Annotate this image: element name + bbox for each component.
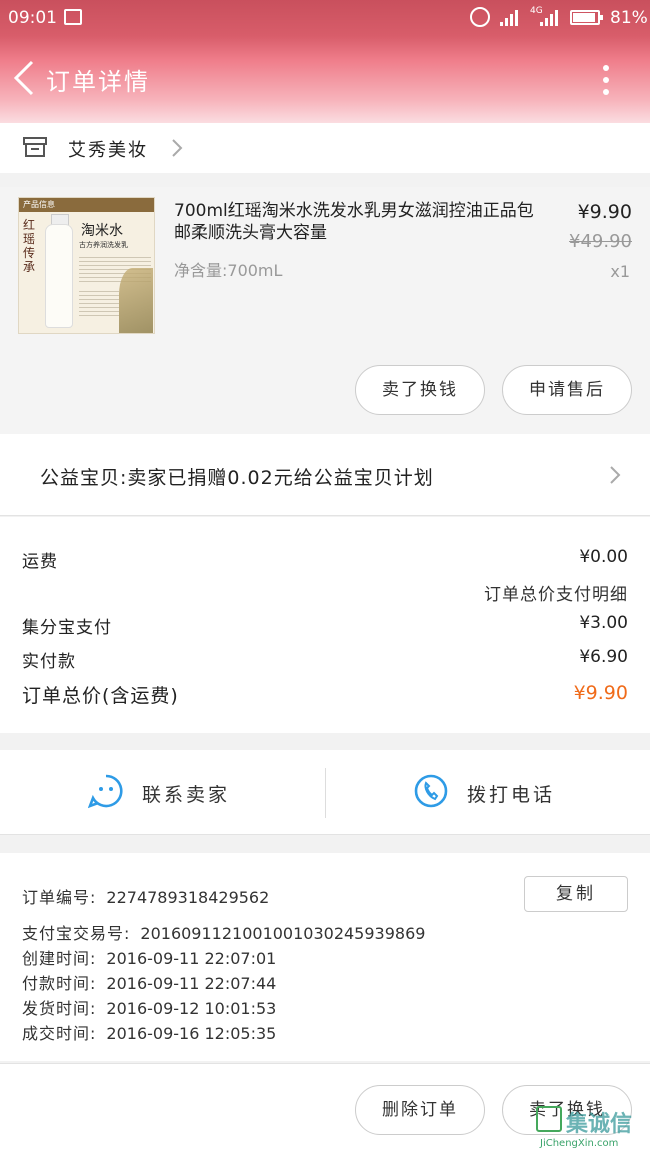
- bottle-shape: [45, 224, 73, 328]
- points-value: ¥3.00: [579, 613, 628, 633]
- points-label: 集分宝支付: [22, 618, 112, 638]
- paid-value: ¥6.90: [579, 647, 628, 667]
- shipped-label: 发货时间:: [22, 999, 97, 1018]
- order-number-row: 订单编号: 2274789318429562: [22, 884, 269, 908]
- rice-grass-graphic: [119, 268, 153, 333]
- paid-time-label: 付款时间:: [22, 974, 97, 993]
- signal-icon: [500, 10, 522, 26]
- more-menu-icon[interactable]: [596, 60, 616, 100]
- watermark-brand: 集诚信: [566, 1112, 633, 1137]
- call-phone-label: 拨打电话: [467, 784, 556, 806]
- shipped-row: 发货时间: 2016-09-12 10:01:53: [22, 995, 276, 1019]
- image-brand-text: 淘米水: [81, 223, 123, 239]
- top-bar: 09:01 4G 81% 订单详情: [0, 0, 650, 123]
- product-image[interactable]: 产品信息 红瑶传承 淘米水 古方养润洗发乳: [18, 197, 155, 334]
- total-label: 订单总价(含运费): [22, 685, 179, 707]
- shipped-time: 2016-09-12 10:01:53: [106, 999, 277, 1018]
- completed-time: 2016-09-16 12:05:35: [106, 1024, 277, 1043]
- paid-label: 实付款: [22, 652, 76, 672]
- alipay-label: 支付宝交易号:: [22, 924, 131, 943]
- watermark: 集诚信 JiChengXin.com: [532, 1102, 650, 1155]
- shop-name: 艾秀美妆: [68, 140, 148, 161]
- battery-icon: [570, 10, 603, 25]
- photo-notification-icon: [64, 9, 82, 25]
- created-label: 创建时间:: [22, 949, 97, 968]
- delete-order-button[interactable]: 删除订单: [355, 1085, 485, 1135]
- store-icon: [23, 137, 47, 157]
- payment-detail-link[interactable]: 订单总价支付明细: [484, 580, 628, 605]
- battery-percent: 81%: [610, 8, 648, 28]
- created-time: 2016-09-11 22:07:01: [106, 949, 277, 968]
- product-price: ¥9.90: [577, 201, 632, 223]
- order-info: 订单编号: 2274789318429562 复制 支付宝交易号: 20160911…: [0, 853, 650, 1061]
- product-title[interactable]: 700ml红瑶淘米水洗发水乳男女滋润控油正品包邮柔顺洗头膏大容量: [174, 200, 546, 244]
- completed-label: 成交时间:: [22, 1024, 97, 1043]
- shipping-value: ¥0.00: [579, 547, 628, 567]
- completed-row: 成交时间: 2016-09-16 12:05:35: [22, 1020, 276, 1044]
- after-sale-button[interactable]: 申请售后: [502, 365, 632, 415]
- alipay-number: 2016091121001001030245939869: [140, 924, 426, 943]
- order-number-label: 订单编号:: [22, 888, 97, 907]
- total-value: ¥9.90: [573, 682, 628, 704]
- chevron-right-icon: [172, 139, 183, 157]
- alipay-row: 支付宝交易号: 2016091121001001030245939869: [22, 920, 425, 944]
- image-band-text: 产品信息: [23, 200, 55, 209]
- shipping-label: 运费: [22, 552, 58, 572]
- contact-seller-button[interactable]: 联系卖家: [0, 750, 325, 835]
- alarm-icon: [470, 7, 490, 27]
- copy-button[interactable]: 复制: [524, 876, 628, 912]
- watermark-url: JiChengXin.com: [540, 1138, 619, 1149]
- signal-4g-icon: [540, 10, 562, 26]
- product-spec: 净含量:700mL: [174, 261, 283, 280]
- page-title: 订单详情: [46, 68, 150, 96]
- product-quantity: x1: [610, 262, 630, 281]
- created-row: 创建时间: 2016-09-11 22:07:01: [22, 945, 276, 969]
- resell-button[interactable]: 卖了换钱: [355, 365, 485, 415]
- chevron-right-icon: [610, 466, 621, 484]
- back-arrow-icon[interactable]: [10, 58, 40, 98]
- order-number: 2274789318429562: [106, 888, 270, 907]
- status-bar: 09:01 4G 81%: [0, 0, 650, 36]
- paid-time: 2016-09-11 22:07:44: [106, 974, 277, 993]
- product-original-price: ¥49.90: [569, 231, 632, 252]
- charity-text: 公益宝贝:卖家已捐赠0.02元给公益宝贝计划: [40, 467, 434, 489]
- call-phone-button[interactable]: 拨打电话: [326, 750, 650, 835]
- contact-seller-label: 联系卖家: [142, 784, 231, 806]
- charity-row[interactable]: 公益宝贝:卖家已捐赠0.02元给公益宝贝计划: [0, 434, 650, 516]
- paid-row: 付款时间: 2016-09-11 22:07:44: [22, 970, 276, 994]
- shop-row[interactable]: 艾秀美妆: [0, 123, 650, 173]
- contact-bar: 联系卖家 拨打电话: [0, 750, 650, 835]
- chat-bubble-icon: [88, 774, 123, 809]
- watermark-logo-icon: [536, 1106, 562, 1132]
- status-time: 09:01: [8, 8, 57, 28]
- cost-summary: 运费 ¥0.00 订单总价支付明细 集分宝支付 ¥3.00 实付款 ¥6.90 …: [0, 517, 650, 733]
- image-subtitle-text: 古方养润洗发乳: [79, 241, 128, 249]
- image-vertical-text: 红瑶传承: [23, 218, 36, 274]
- phone-icon: [414, 774, 448, 808]
